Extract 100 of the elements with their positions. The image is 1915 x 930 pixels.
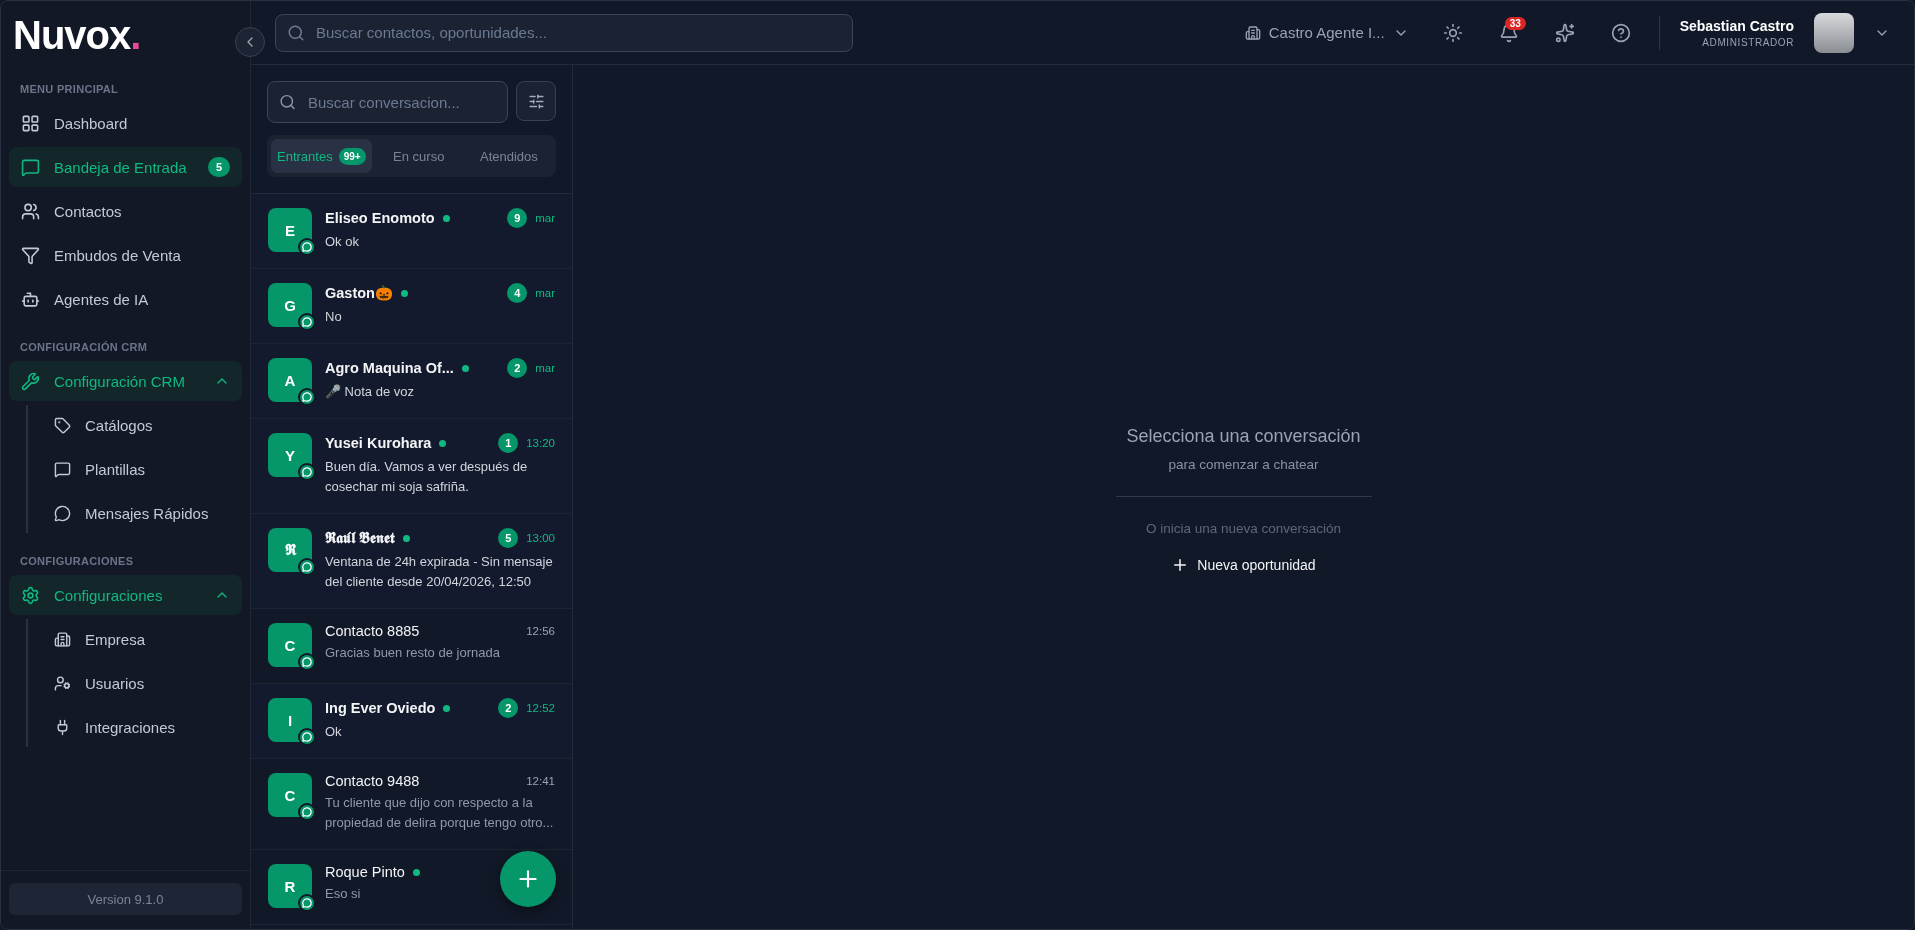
photo-placeholder[interactable] xyxy=(1814,12,1854,53)
nav-icon xyxy=(21,201,40,221)
conversation-item[interactable]: G Gaston🎃 4 mar No xyxy=(251,269,572,344)
contact-name: Contacto 8885 xyxy=(325,623,420,639)
nav-icon xyxy=(54,674,71,692)
sliders-icon xyxy=(527,92,545,110)
chat-bubble-icon xyxy=(298,238,316,256)
section-title: CONFIGURACIONES xyxy=(19,554,135,569)
empty-title: Selecciona una conversación xyxy=(1126,426,1361,447)
nav-icon xyxy=(21,371,40,391)
sidebar-item[interactable]: Agentes de IA xyxy=(9,279,242,319)
logo: Nuvox. xyxy=(12,12,142,59)
sidebar-group[interactable]: Configuración CRM xyxy=(9,361,242,401)
message-preview: No xyxy=(325,308,343,326)
nav-icon xyxy=(21,157,40,177)
sidebar-subitem[interactable]: Catálogos xyxy=(42,405,242,445)
contact-name: 𝕽𝖆𝖚́𝖑 𝕭𝖊𝖓𝖊𝖙 xyxy=(325,529,396,547)
workspace-selector[interactable]: Castro Agente I... xyxy=(1238,23,1415,42)
sidebar-item[interactable]: Bandeja de Entrada 5 xyxy=(9,147,242,187)
message-time: 12:52 xyxy=(526,702,555,714)
chat-bubble-icon xyxy=(298,894,316,912)
contact-name: Ing Ever Oviedo xyxy=(325,700,436,716)
unread-count: 2 xyxy=(507,358,528,378)
nav-icon xyxy=(54,416,71,434)
conversation-search-field[interactable]: Buscar conversacion... xyxy=(267,81,508,123)
help-icon xyxy=(1610,22,1631,43)
message-time: 13:20 xyxy=(526,437,555,449)
nav-icon xyxy=(54,630,71,648)
nav-icon xyxy=(21,289,40,309)
search-field[interactable]: Buscar contactos, oportunidades... xyxy=(275,13,853,52)
message-preview: Buen día. Vamos a ver después de cosechar mi soja safriña. xyxy=(325,458,529,496)
tab[interactable]: En curso xyxy=(375,139,462,173)
sidebar-item[interactable]: Dashboard xyxy=(9,103,242,143)
message-time: 12:41 xyxy=(526,775,555,787)
chat-bubble-icon xyxy=(298,803,316,821)
nav-icon xyxy=(54,460,71,478)
sidebar-subitem[interactable]: Plantillas xyxy=(42,449,242,489)
sidebar-group[interactable]: Configuraciones xyxy=(9,575,242,615)
section-title: MENU PRINCIPAL xyxy=(19,82,120,97)
contact-name: Yusei Kurohara xyxy=(325,435,432,451)
count-badge: 99+ xyxy=(338,147,366,165)
filter-button[interactable] xyxy=(516,81,556,121)
message-time: mar xyxy=(535,362,555,374)
building-icon xyxy=(1244,24,1261,41)
collapse-button[interactable] xyxy=(235,27,265,57)
count-badge: 5 xyxy=(208,157,230,177)
section-title: CONFIGURACIÓN CRM xyxy=(19,340,149,355)
unread-count: 5 xyxy=(498,528,519,548)
unread-count: 1 xyxy=(498,433,519,453)
message-preview: Ok xyxy=(325,723,343,741)
message-time: mar xyxy=(535,212,555,224)
conversation-item[interactable]: 𝕽 𝕽𝖆𝖚́𝖑 𝕭𝖊𝖓𝖊𝖙 5 13:00 Ventana de 24h expirada - Sin mensaje del cliente desde 20/04/2026, 12:50 xyxy=(251,514,572,609)
contact-name: Gaston🎃 xyxy=(325,284,393,302)
conversation-item[interactable]: I Ing Ever Oviedo 2 12:52 Ok xyxy=(251,684,572,759)
user-role: ADMINISTRADOR xyxy=(1702,36,1794,48)
conversation-item[interactable]: A Agro Maquina Of... 2 mar 🎤 Nota de voz xyxy=(251,344,572,419)
message-preview: Tu cliente que dijo con respecto a la propiedad de delira porque tengo otro... xyxy=(325,794,555,832)
sidebar-subitem[interactable]: Mensajes Rápidos xyxy=(42,493,242,533)
user-name: Sebastian Castro xyxy=(1679,17,1794,34)
chat-bubble-icon xyxy=(298,463,316,481)
sun-icon xyxy=(1442,22,1463,43)
message-preview: Ventana de 24h expirada - Sin mensaje del cliente desde 20/04/2026, 12:50 xyxy=(325,553,554,591)
version-label: Version 9.1.0 xyxy=(9,883,242,915)
chat-bubble-icon xyxy=(298,558,316,576)
new-opportunity-button[interactable]: Nueva oportunidad xyxy=(1163,552,1324,578)
nav-icon xyxy=(21,585,40,605)
message-preview: Ok ok xyxy=(325,233,360,251)
conversation-item[interactable]: Y Yusei Kurohara 1 13:20 Buen día. Vamos a ver después de cosechar mi soja safriña. xyxy=(251,419,572,514)
chat-bubble-icon xyxy=(298,313,316,331)
tab[interactable]: Entrantes 99+ xyxy=(271,139,372,173)
sparkles-icon xyxy=(1554,22,1575,43)
message-preview: Eso si xyxy=(325,885,362,903)
contact-name: Eliseo Enomoto xyxy=(325,210,435,226)
message-time: mar xyxy=(535,287,555,299)
sidebar-subitem[interactable]: Empresa xyxy=(42,619,242,659)
message-time: 12:56 xyxy=(526,625,555,637)
sidebar-subitem[interactable]: Integraciones xyxy=(42,707,242,747)
empty-hint: O inicia una nueva conversación xyxy=(1145,521,1342,536)
message-time: 13:00 xyxy=(526,532,555,544)
nav-icon xyxy=(54,504,71,522)
chat-bubble-icon xyxy=(298,728,316,746)
contact-name: Roque Pinto xyxy=(325,864,405,880)
nav-icon xyxy=(21,245,40,265)
chat-bubble-icon xyxy=(298,388,316,406)
nav-icon xyxy=(21,113,40,133)
sidebar-subitem[interactable]: Usuarios xyxy=(42,663,242,703)
chat-bubble-icon xyxy=(298,653,316,671)
conversation-item[interactable]: E Eliseo Enomoto 9 mar Ok ok xyxy=(251,194,572,269)
sidebar-item[interactable]: Contactos xyxy=(9,191,242,231)
tab[interactable]: Atendidos xyxy=(465,139,552,173)
sidebar-item[interactable]: Embudos de Venta xyxy=(9,235,242,275)
notifications-button[interactable]: 33 xyxy=(1490,14,1527,51)
message-preview: Gracias buen resto de jornada xyxy=(325,644,501,662)
unread-count: 2 xyxy=(498,698,519,718)
message-preview: 🎤 Nota de voz xyxy=(325,383,415,401)
notification-badge: 33 xyxy=(1504,16,1526,30)
contact-name: Agro Maquina Of... xyxy=(325,360,454,376)
empty-subtitle: para comenzar a chatear xyxy=(1168,457,1319,472)
unread-count: 4 xyxy=(507,283,528,303)
contact-name: Contacto 9488 xyxy=(325,773,420,789)
